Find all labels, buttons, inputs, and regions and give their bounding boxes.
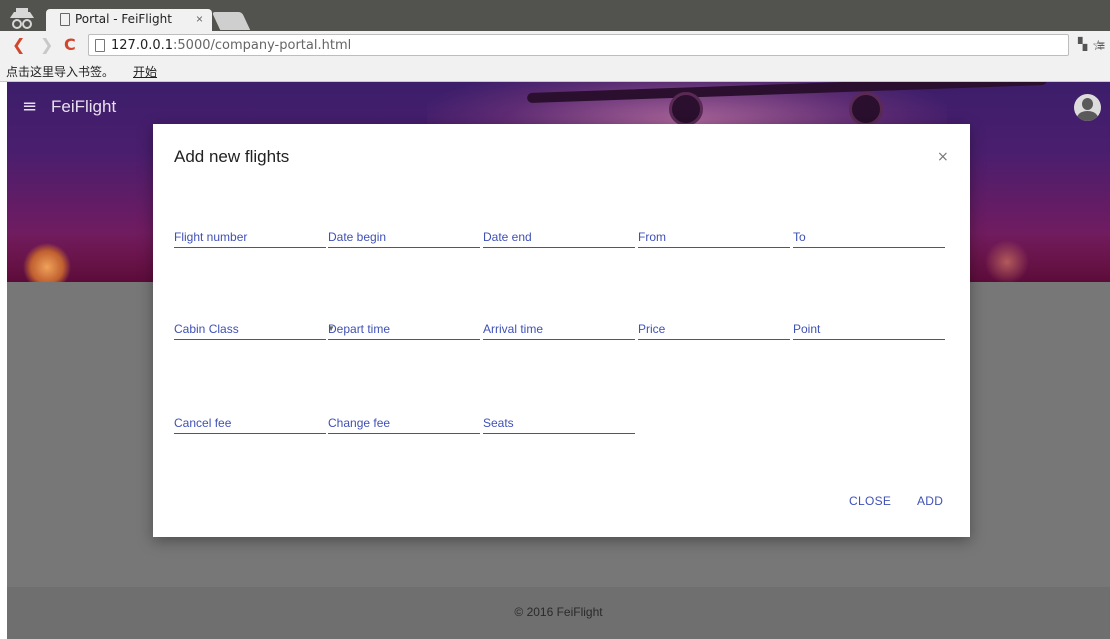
browser-tabstrip: Portal - FeiFlight × [0,0,1110,31]
forward-icon[interactable]: ❯ [40,35,53,54]
bookmarks-bar: 点击这里导入书签。 开始 [0,59,1110,82]
engine-image [669,92,703,126]
date-end-label: Date end [483,230,532,244]
url-host: 127.0.0.1 [111,38,174,53]
bookmarks-hint: 点击这里导入书签。 [6,65,115,79]
add-button[interactable]: ADD [917,494,943,508]
tab-close-icon[interactable]: × [196,12,203,26]
url-text: 127.0.0.1:5000/company-portal.html [111,38,351,53]
arrival-time-field[interactable]: Arrival time [483,318,635,340]
price-field[interactable]: Price [638,318,790,340]
flight-number-label: Flight number [174,230,248,244]
browser-toolbar: ❮ ❯ C 127.0.0.1:5000/company-portal.html… [0,31,1110,59]
from-label: From [638,230,666,244]
footer: © 2016 FeiFlight [7,587,1110,639]
date-begin-label: Date begin [328,230,387,244]
from-field[interactable]: From [638,226,790,248]
add-flights-dialog: Add new flights × Flight number Date beg… [153,124,970,537]
tab-title: Portal - FeiFlight [75,12,172,26]
point-label: Point [793,322,821,336]
cabin-class-select[interactable]: Cabin Class ▼ [174,318,335,340]
avatar-head [1082,98,1093,110]
dialog-title: Add new flights [174,147,290,166]
to-field[interactable]: To [793,226,945,248]
translate-icon[interactable]: ▚ [1078,37,1087,51]
close-button[interactable]: CLOSE [849,494,891,508]
close-icon[interactable]: × [937,149,949,165]
app-title: FeiFlight [51,97,117,116]
back-icon[interactable]: ❮ [12,35,25,54]
cancel-fee-label: Cancel fee [174,416,232,430]
depart-time-label: Depart time [328,322,391,336]
browser-tab[interactable]: Portal - FeiFlight × [46,9,212,31]
engine-image [849,92,883,126]
page-icon [60,13,70,26]
new-tab-button[interactable] [211,12,251,30]
change-fee-field[interactable]: Change fee [328,412,480,434]
page-icon [95,39,105,52]
point-field[interactable]: Point [793,318,945,340]
to-label: To [793,230,806,244]
cancel-fee-field[interactable]: Cancel fee [174,412,326,434]
address-bar[interactable]: 127.0.0.1:5000/company-portal.html [88,34,1069,56]
seats-field[interactable]: Seats [483,412,635,434]
incognito-icon [10,8,34,29]
date-end-field[interactable]: Date end [483,226,635,248]
cabin-class-label: Cabin Class [174,322,239,336]
arrival-time-label: Arrival time [483,322,544,336]
copyright-text: © 2016 FeiFlight [514,605,603,619]
url-path: :5000/company-portal.html [173,38,352,53]
date-begin-field[interactable]: Date begin [328,226,480,248]
seats-label: Seats [483,416,514,430]
price-label: Price [638,322,666,336]
avatar-body [1077,111,1098,121]
change-fee-label: Change fee [328,416,391,430]
avatar[interactable] [1074,94,1101,121]
depart-time-field[interactable]: Depart time [328,318,480,340]
flight-number-field[interactable]: Flight number [174,226,326,248]
bookmarks-start-link[interactable]: 开始 [133,63,157,80]
menu-icon[interactable]: ≡ [22,96,37,117]
browser-menu-icon[interactable]: ≡ [1097,37,1105,53]
reload-icon[interactable]: C [64,35,76,54]
